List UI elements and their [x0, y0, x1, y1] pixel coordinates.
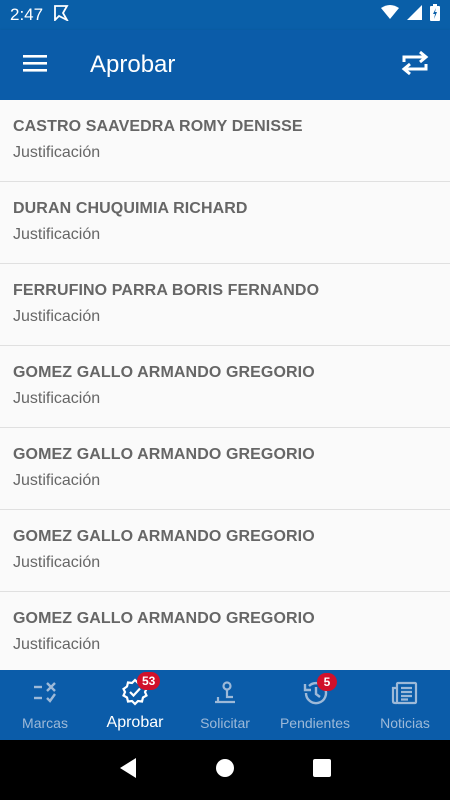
refresh-button[interactable]	[380, 30, 450, 100]
nav-label: Noticias	[380, 715, 430, 731]
system-navigation-bar	[0, 740, 450, 800]
nav-label: Solicitar	[200, 715, 250, 731]
home-icon[interactable]	[215, 758, 235, 783]
request-icon	[212, 680, 238, 711]
hamburger-icon	[22, 53, 48, 78]
app-bar: Aprobar	[0, 30, 450, 100]
nav-solicitar[interactable]: Solicitar	[180, 670, 270, 740]
list-item[interactable]: GOMEZ GALLO ARMANDO GREGORIO Justificaci…	[0, 346, 450, 428]
list-item[interactable]: FERRUFINO PARRA BORIS FERNANDO Justifica…	[0, 264, 450, 346]
item-name: GOMEZ GALLO ARMANDO GREGORIO	[13, 446, 315, 463]
item-type: Justificación	[13, 472, 101, 489]
nav-marcas[interactable]: Marcas	[0, 670, 90, 740]
item-type: Justificación	[13, 390, 101, 407]
nav-noticias[interactable]: Noticias	[360, 670, 450, 740]
status-time: 2:47	[10, 5, 44, 24]
signal-icon	[407, 5, 422, 25]
item-type: Justificación	[13, 226, 101, 243]
pending-badge: 5	[317, 673, 337, 691]
status-bar: 2:47	[0, 0, 450, 30]
item-type: Justificación	[13, 554, 101, 571]
marks-icon	[32, 680, 58, 711]
notification-icon	[53, 4, 70, 26]
approval-list: CASTRO SAAVEDRA ROMY DENISSE Justificaci…	[0, 100, 450, 670]
item-name: GOMEZ GALLO ARMANDO GREGORIO	[13, 610, 315, 627]
item-name: DURAN CHUQUIMIA RICHARD	[13, 200, 248, 217]
item-type: Justificación	[13, 144, 101, 161]
nav-label: Pendientes	[279, 715, 351, 731]
list-item[interactable]: GOMEZ GALLO ARMANDO GREGORIO Justificaci…	[0, 592, 450, 670]
approvals-badge: 53	[137, 672, 161, 690]
list-item[interactable]: CASTRO SAAVEDRA ROMY DENISSE Justificaci…	[0, 100, 450, 182]
nav-label: Marcas	[22, 715, 68, 731]
item-type: Justificación	[13, 308, 101, 325]
back-icon[interactable]	[118, 757, 138, 784]
item-type: Justificación	[13, 636, 101, 653]
list-item[interactable]: GOMEZ GALLO ARMANDO GREGORIO Justificaci…	[0, 428, 450, 510]
repeat-icon	[400, 49, 430, 82]
nav-aprobar[interactable]: 53 Aprobar	[90, 670, 180, 740]
bottom-navigation: Marcas 53 Aprobar Solicitar 5 Pendientes	[0, 670, 450, 740]
item-name: GOMEZ GALLO ARMANDO GREGORIO	[13, 528, 315, 545]
page-title: Aprobar	[90, 51, 176, 78]
list-item[interactable]: DURAN CHUQUIMIA RICHARD Justificación	[0, 182, 450, 264]
recents-icon[interactable]	[312, 758, 332, 783]
item-name: CASTRO SAAVEDRA ROMY DENISSE	[13, 118, 303, 135]
item-name: GOMEZ GALLO ARMANDO GREGORIO	[13, 364, 315, 381]
wifi-icon	[381, 5, 399, 25]
item-name: FERRUFINO PARRA BORIS FERNANDO	[13, 282, 320, 299]
news-icon	[391, 680, 419, 711]
battery-icon	[430, 4, 440, 26]
menu-button[interactable]	[0, 30, 70, 100]
nav-pendientes[interactable]: 5 Pendientes	[270, 670, 360, 740]
list-item[interactable]: GOMEZ GALLO ARMANDO GREGORIO Justificaci…	[0, 510, 450, 592]
nav-label: Aprobar	[106, 714, 164, 731]
